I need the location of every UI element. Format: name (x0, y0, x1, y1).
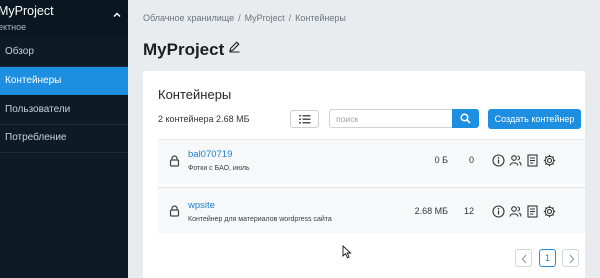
main-content: Облачное хранилище / MyProject / Контейнеры … (128, 0, 600, 278)
pencil-icon[interactable] (228, 40, 241, 53)
container-object-count: 12 (463, 206, 474, 216)
sidebar-item-users[interactable]: Пользователи (0, 96, 128, 124)
sidebar-divider (0, 152, 128, 153)
container-size: 2.68 МБ (414, 206, 448, 216)
mouse-cursor-icon (342, 245, 352, 259)
breadcrumb-item-project[interactable]: MyProject (245, 13, 285, 23)
info-icon[interactable] (492, 205, 505, 218)
view-toggle-button[interactable] (290, 110, 319, 128)
search-button[interactable] (452, 109, 479, 128)
chevron-left-icon (521, 254, 527, 264)
sidebar-item-usage[interactable]: Потребление (0, 124, 128, 152)
pagination-next-button[interactable] (562, 249, 579, 267)
breadcrumb-separator: / (288, 13, 292, 23)
gear-icon[interactable] (543, 205, 556, 218)
container-object-count: 0 (468, 155, 474, 165)
container-name-link[interactable]: wpsite (188, 200, 215, 211)
search-icon (460, 113, 471, 124)
project-switcher[interactable]: MyProject ектное (0, 0, 128, 38)
containers-card: Контейнеры 2 контейнера 2.68 МБ Создать … (143, 71, 585, 278)
users-icon[interactable] (509, 205, 522, 218)
container-name-link[interactable]: bal070719 (188, 149, 232, 160)
container-description: Контейнер для материалов wordpress сайта (188, 216, 332, 223)
breadcrumb-separator: / (238, 13, 241, 23)
project-title: MyProject (0, 4, 54, 18)
container-size: 0 Б (434, 155, 448, 165)
lock-icon (169, 205, 180, 217)
sidebar: MyProject ектное Обзор Контейнеры Пользо… (0, 0, 128, 278)
pagination-page-button[interactable]: 1 (539, 249, 556, 267)
document-icon[interactable] (526, 205, 539, 218)
chevron-up-icon[interactable] (112, 10, 122, 20)
card-title: Контейнеры (158, 87, 232, 102)
gear-icon[interactable] (543, 154, 556, 167)
sidebar-item-containers[interactable]: Контейнеры (0, 67, 128, 95)
table-row: bal070719 Фотки с БАО, июль 0 Б 0 (158, 139, 585, 184)
users-icon[interactable] (509, 154, 522, 167)
container-description: Фотки с БАО, июль (188, 165, 250, 172)
breadcrumb: Облачное хранилище / MyProject / Контейнеры (143, 13, 346, 23)
table-row: wpsite Контейнер для материалов wordpres… (158, 187, 585, 233)
info-icon[interactable] (492, 154, 505, 167)
containers-summary: 2 контейнера 2.68 МБ (158, 114, 250, 124)
sidebar-item-overview[interactable]: Обзор (0, 38, 128, 66)
lock-icon (169, 155, 180, 167)
document-icon[interactable] (526, 154, 539, 167)
list-icon (299, 115, 311, 124)
search-input[interactable] (329, 109, 452, 128)
project-subtitle: ектное (0, 22, 27, 32)
create-container-button[interactable]: Создать контейнер (488, 109, 581, 129)
breadcrumb-item-containers: Контейнеры (295, 13, 346, 23)
page-title: MyProject (143, 40, 225, 59)
breadcrumb-item-storage[interactable]: Облачное хранилище (143, 13, 234, 23)
pagination-prev-button[interactable] (515, 249, 532, 267)
chevron-right-icon (569, 254, 575, 264)
